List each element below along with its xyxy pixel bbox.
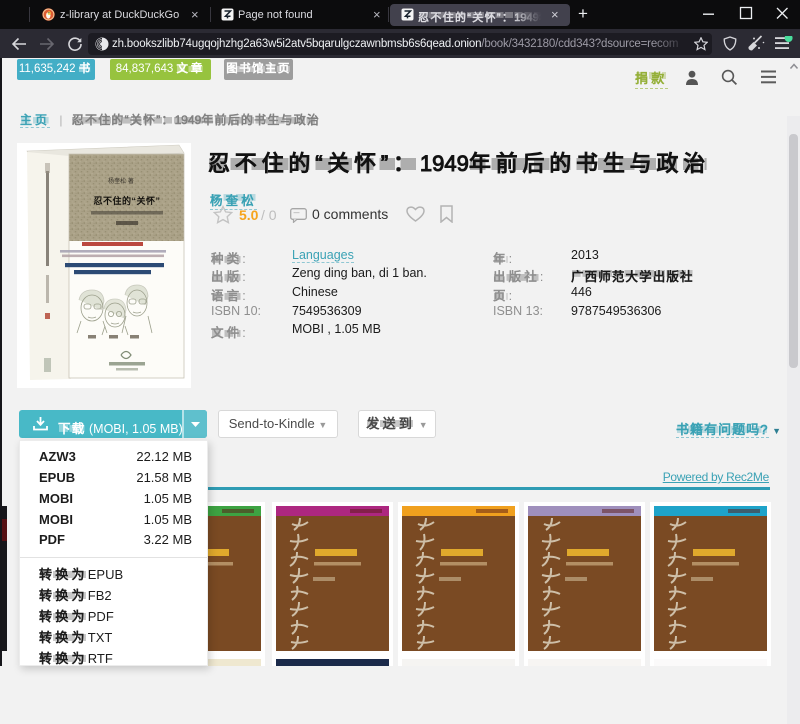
svg-text:杨奎松 著: 杨奎松 著 [108,177,134,185]
svg-text:忍不住的“关怀”: 忍不住的“关怀” [93,195,160,206]
